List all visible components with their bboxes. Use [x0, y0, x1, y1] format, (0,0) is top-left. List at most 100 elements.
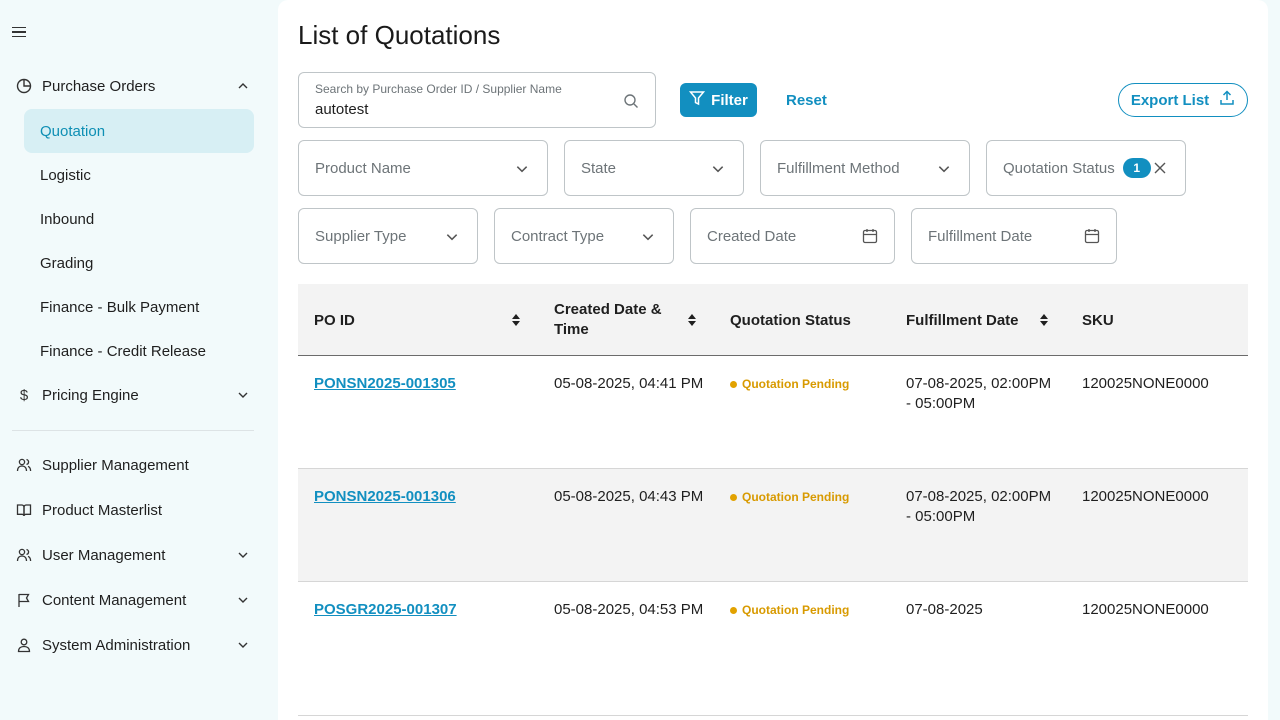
users-icon	[14, 455, 34, 475]
table-row: PONSN2025-001306 05-08-2025, 04:43 PM Qu…	[298, 469, 1248, 582]
sort-icon[interactable]	[687, 313, 697, 327]
status-badge: Quotation Pending	[730, 377, 849, 391]
sidebar-item-grading[interactable]: Grading	[24, 241, 254, 285]
status-label: Quotation Pending	[742, 490, 850, 504]
status-badge: Quotation Pending	[730, 603, 849, 617]
filter-button[interactable]: Filter	[680, 83, 757, 117]
column-header-sku: SKU	[1082, 311, 1114, 329]
chevron-down-icon	[937, 162, 951, 176]
fulfillment-date-cell: 07-08-2025, 02:00PM - 05:00PM	[906, 375, 1052, 412]
export-button-label: Export List	[1130, 91, 1210, 109]
nav-group-user-management[interactable]: User Management	[12, 537, 254, 573]
search-value[interactable]: autotest	[315, 101, 368, 118]
sku-cell: 120025NONE0000	[1082, 488, 1209, 505]
column-header-quotation-status: Quotation Status	[730, 311, 851, 329]
nav-group-label: Pricing Engine	[42, 386, 139, 404]
sidebar-divider	[12, 430, 254, 431]
book-icon	[14, 500, 34, 520]
nav-group-system-administration[interactable]: System Administration	[12, 627, 254, 663]
contract-type-label: Contract Type	[511, 227, 605, 245]
fulfillment-date-cell: 07-08-2025, 02:00PM - 05:00PM	[906, 488, 1052, 525]
nav-group-label: Product Masterlist	[42, 501, 163, 519]
chevron-down-icon	[445, 230, 459, 244]
users-icon	[14, 545, 34, 565]
nav-group-label: Supplier Management	[42, 456, 189, 474]
status-label: Quotation Pending	[742, 377, 850, 391]
table-header: PO ID Created Date & Time Quotation Stat…	[298, 284, 1248, 356]
quotations-table: PO ID Created Date & Time Quotation Stat…	[298, 284, 1248, 716]
filter-button-label: Filter	[711, 91, 748, 109]
chevron-down-icon	[236, 593, 250, 607]
nav-group-purchase-orders[interactable]: Purchase Orders	[12, 68, 254, 104]
nav-group-content-management[interactable]: Content Management	[12, 582, 254, 618]
page-title: List of Quotations	[298, 20, 501, 50]
state-label: State	[581, 159, 617, 177]
sidebar-item-inbound[interactable]: Inbound	[24, 197, 254, 241]
calendar-icon	[1084, 228, 1100, 244]
chevron-up-icon	[236, 79, 250, 93]
fulfillment-date-cell: 07-08-2025	[906, 601, 983, 618]
chevron-down-icon	[236, 638, 250, 652]
status-badge: Quotation Pending	[730, 490, 849, 504]
sidebar-item-quotation[interactable]: Quotation	[24, 109, 254, 153]
nav-group-label: System Administration	[42, 636, 191, 654]
flag-icon	[14, 590, 34, 610]
table-row: POSGR2025-001307 05-08-2025, 04:53 PM Qu…	[298, 582, 1248, 716]
fulfillment-date-picker[interactable]: Fulfillment Date	[911, 208, 1117, 264]
column-header-created-date[interactable]: Created Date & Time	[554, 284, 674, 356]
sidebar: Purchase Orders Quotation Logistic Inbou…	[0, 0, 278, 720]
supplier-type-dropdown[interactable]: Supplier Type	[298, 208, 478, 264]
nav-group-product-masterlist[interactable]: Product Masterlist	[12, 492, 254, 528]
search-icon[interactable]	[623, 93, 639, 109]
column-header-po-id[interactable]: PO ID	[314, 284, 514, 356]
filter-icon	[689, 90, 706, 110]
po-id-link[interactable]: POSGR2025-001307	[314, 600, 457, 620]
export-list-button[interactable]: Export List	[1118, 83, 1248, 117]
table-row: PONSN2025-001305 05-08-2025, 04:41 PM Qu…	[298, 356, 1248, 469]
contract-type-dropdown[interactable]: Contract Type	[494, 208, 674, 264]
status-dot-icon	[730, 380, 737, 388]
status-dot-icon	[730, 606, 737, 614]
chevron-down-icon	[641, 230, 655, 244]
chevron-down-icon	[711, 162, 725, 176]
quotation-status-label: Quotation Status	[1003, 159, 1115, 177]
selected-count-badge: 1	[1122, 158, 1151, 178]
main-panel: List of Quotations Search by Purchase Or…	[278, 0, 1268, 720]
sort-icon[interactable]	[1039, 313, 1049, 327]
fulfillment-method-label: Fulfillment Method	[777, 159, 900, 177]
nav-group-label: Content Management	[42, 591, 187, 609]
created-date-label: Created Date	[707, 227, 797, 245]
column-header-fulfillment-date[interactable]: Fulfillment Date	[906, 284, 1036, 356]
sku-cell: 120025NONE0000	[1082, 601, 1209, 618]
sidebar-item-finance-credit-release[interactable]: Finance - Credit Release	[24, 329, 254, 373]
po-id-link[interactable]: PONSN2025-001305	[314, 374, 456, 394]
sidebar-item-logistic[interactable]: Logistic	[24, 153, 254, 197]
search-input[interactable]: Search by Purchase Order ID / Supplier N…	[298, 72, 656, 128]
close-icon[interactable]	[1153, 161, 1167, 175]
fulfillment-date-label: Fulfillment Date	[928, 227, 1033, 245]
created-date-cell: 05-08-2025, 04:53 PM	[554, 601, 704, 618]
quotation-status-dropdown[interactable]: Quotation Status 1	[986, 140, 1186, 196]
chevron-down-icon	[236, 388, 250, 402]
created-date-cell: 05-08-2025, 04:41 PM	[554, 375, 704, 392]
search-placeholder: Search by Purchase Order ID / Supplier N…	[315, 82, 562, 96]
sidebar-item-finance-bulk-payment[interactable]: Finance - Bulk Payment	[24, 285, 254, 329]
state-dropdown[interactable]: State	[564, 140, 744, 196]
nav-group-supplier-management[interactable]: Supplier Management	[12, 447, 254, 483]
chevron-down-icon	[515, 162, 529, 176]
calendar-icon	[862, 228, 878, 244]
sort-icon[interactable]	[511, 313, 521, 327]
nav-group-label: Purchase Orders	[42, 77, 156, 95]
reset-button[interactable]: Reset	[786, 83, 827, 117]
product-name-label: Product Name	[315, 159, 411, 177]
menu-icon[interactable]	[12, 24, 28, 40]
clock-pie-icon	[14, 76, 34, 96]
fulfillment-method-dropdown[interactable]: Fulfillment Method	[760, 140, 970, 196]
po-id-link[interactable]: PONSN2025-001306	[314, 487, 456, 507]
product-name-dropdown[interactable]: Product Name	[298, 140, 548, 196]
dollar-icon: $	[19, 386, 29, 404]
nav-group-pricing-engine[interactable]: $ Pricing Engine	[12, 377, 254, 413]
created-date-picker[interactable]: Created Date	[690, 208, 895, 264]
sku-cell: 120025NONE0000	[1082, 375, 1209, 392]
created-date-cell: 05-08-2025, 04:43 PM	[554, 488, 704, 505]
